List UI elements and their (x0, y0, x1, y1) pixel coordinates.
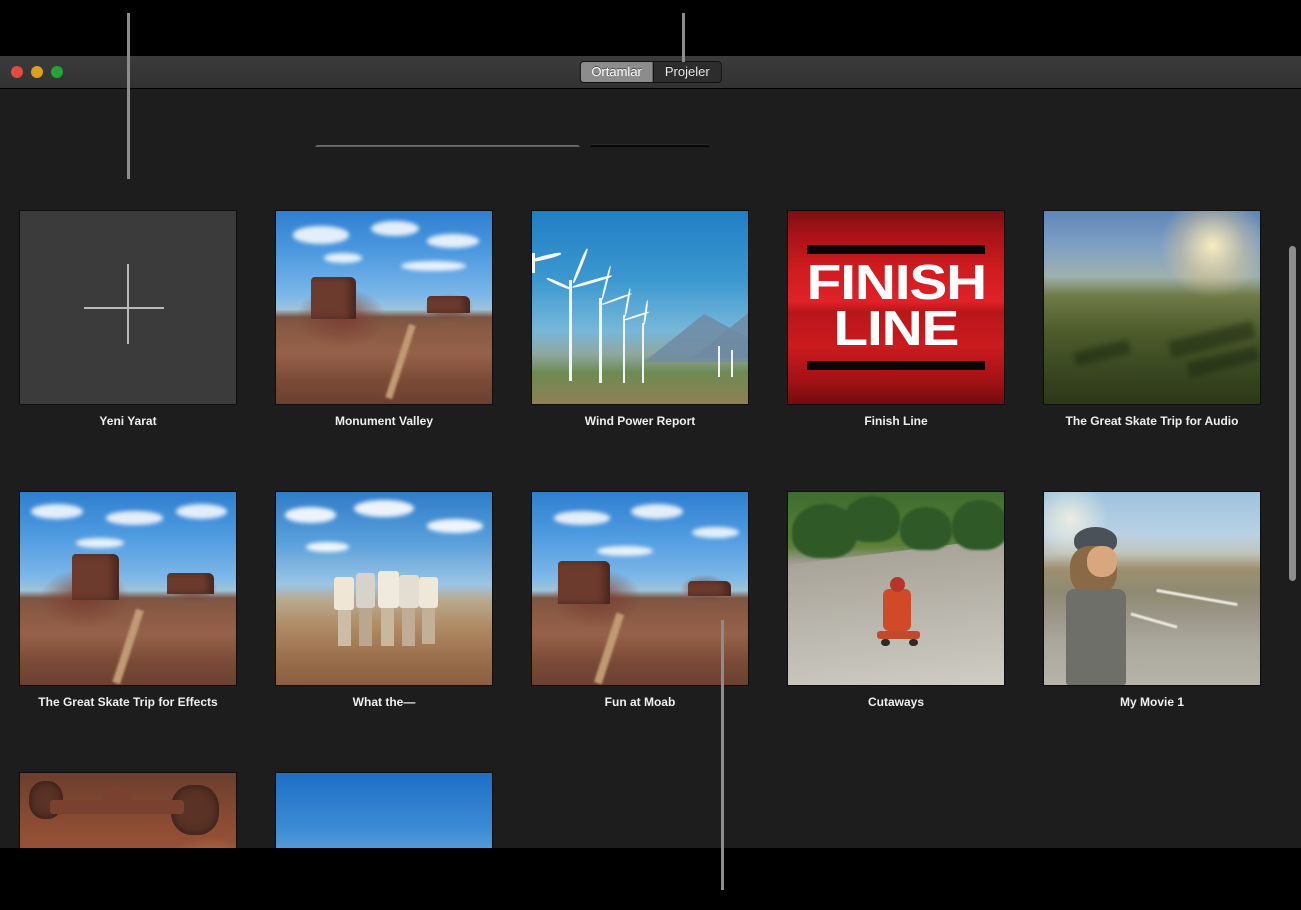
vertical-scrollbar[interactable] (1287, 242, 1298, 842)
project-caption: Fun at Moab (605, 695, 676, 709)
project-thumbnail[interactable] (788, 492, 1004, 685)
thumb-wrap (532, 211, 748, 404)
thumb-wrap (532, 492, 748, 685)
project-thumbnail[interactable]: FINISH LINE (788, 211, 1004, 404)
project-caption: Monument Valley (335, 414, 433, 428)
plus-icon-vertical (127, 264, 129, 344)
thumb-wrap (276, 773, 492, 848)
finish-title-line-1: FINISH (806, 261, 985, 306)
minimize-button-icon[interactable] (31, 66, 43, 78)
project-caption: Cutaways (868, 695, 924, 709)
screenshot-bottom-crop (0, 848, 1301, 910)
project-caption: What the— (353, 695, 416, 709)
artwork-monument-valley (276, 211, 492, 404)
thumb-wrap (20, 773, 236, 848)
callout-line-project-thumb (721, 620, 724, 890)
finish-bar-bottom (807, 361, 984, 370)
artwork-wind-power-report (532, 211, 748, 404)
project-thumbnail[interactable] (276, 492, 492, 685)
artwork-friends-walking (276, 773, 492, 848)
new-project-tile[interactable] (20, 211, 236, 404)
project-thumbnail[interactable] (276, 211, 492, 404)
project-cell-fun-at-moab[interactable]: Fun at Moab (512, 428, 768, 709)
project-thumbnail[interactable] (1044, 211, 1260, 404)
project-cell-what-the[interactable]: What the— (256, 428, 512, 709)
artwork-cutaways (788, 492, 1004, 685)
project-grid-area[interactable]: Yeni Yarat (0, 147, 1301, 848)
artwork-great-skate-trip-audio (1044, 211, 1260, 404)
new-project-thumb-wrap (20, 211, 236, 404)
project-thumbnail[interactable] (276, 773, 492, 848)
project-caption: Finish Line (864, 414, 927, 428)
project-thumbnail[interactable] (20, 492, 236, 685)
artwork-my-movie-1 (1044, 492, 1260, 685)
tab-projeler[interactable]: Projeler (653, 62, 721, 82)
project-cell-finish-line[interactable]: FINISH LINE Finish Line (768, 147, 1024, 428)
artwork-skate-deck (20, 773, 236, 848)
imovie-window: Ortamlar Projeler Tüm Projeler Ara (0, 56, 1301, 848)
scrollbar-thumb[interactable] (1289, 246, 1296, 581)
finish-title-line-2: LINE (834, 307, 959, 352)
project-cell-monument-valley[interactable]: Monument Valley (256, 147, 512, 428)
callout-line-projects-tab (682, 13, 685, 62)
project-cell-skate-deck[interactable] (0, 709, 256, 848)
traffic-light-group (11, 56, 63, 88)
project-cell-wind-power-report[interactable]: Wind Power Report (512, 147, 768, 428)
tab-ortamlar[interactable]: Ortamlar (580, 62, 653, 82)
library-mode-segmented-control: Ortamlar Projeler (579, 61, 721, 83)
close-button-icon[interactable] (11, 66, 23, 78)
project-caption: The Great Skate Trip for Audio (1066, 414, 1239, 428)
thumb-wrap: FINISH LINE (788, 211, 1004, 404)
thumb-wrap (1044, 492, 1260, 685)
artwork-fun-at-moab (532, 492, 748, 685)
project-cell-great-skate-trip-audio[interactable]: The Great Skate Trip for Audio (1024, 147, 1280, 428)
project-thumbnail[interactable] (532, 492, 748, 685)
project-cell-cutaways[interactable]: Cutaways (768, 428, 1024, 709)
maximize-button-icon[interactable] (51, 66, 63, 78)
project-caption: The Great Skate Trip for Effects (38, 695, 217, 709)
project-grid: Yeni Yarat (0, 147, 1281, 848)
thumb-wrap (788, 492, 1004, 685)
artwork-what-the (276, 492, 492, 685)
new-project-caption: Yeni Yarat (99, 414, 156, 428)
project-thumbnail[interactable] (1044, 492, 1260, 685)
window-titlebar: Ortamlar Projeler (0, 56, 1301, 89)
project-cell-great-skate-trip-effects[interactable]: The Great Skate Trip for Effects (0, 428, 256, 709)
thumb-wrap (20, 492, 236, 685)
plus-icon-horizontal (84, 307, 164, 309)
thumb-wrap (276, 492, 492, 685)
thumb-wrap (276, 211, 492, 404)
new-project-cell[interactable]: Yeni Yarat (0, 147, 256, 428)
project-caption: My Movie 1 (1120, 695, 1184, 709)
finish-bar-top (807, 245, 984, 254)
project-thumbnail[interactable] (532, 211, 748, 404)
browser-toolbar: Tüm Projeler Ara (0, 89, 1301, 147)
artwork-great-skate-trip-effects (20, 492, 236, 685)
thumb-wrap (1044, 211, 1260, 404)
project-caption: Wind Power Report (585, 414, 696, 428)
artwork-finish-line: FINISH LINE (788, 211, 1004, 404)
callout-line-new-project (127, 13, 130, 179)
project-cell-friends-walking[interactable] (256, 709, 512, 848)
project-thumbnail[interactable] (20, 773, 236, 848)
project-cell-my-movie-1[interactable]: My Movie 1 (1024, 428, 1280, 709)
